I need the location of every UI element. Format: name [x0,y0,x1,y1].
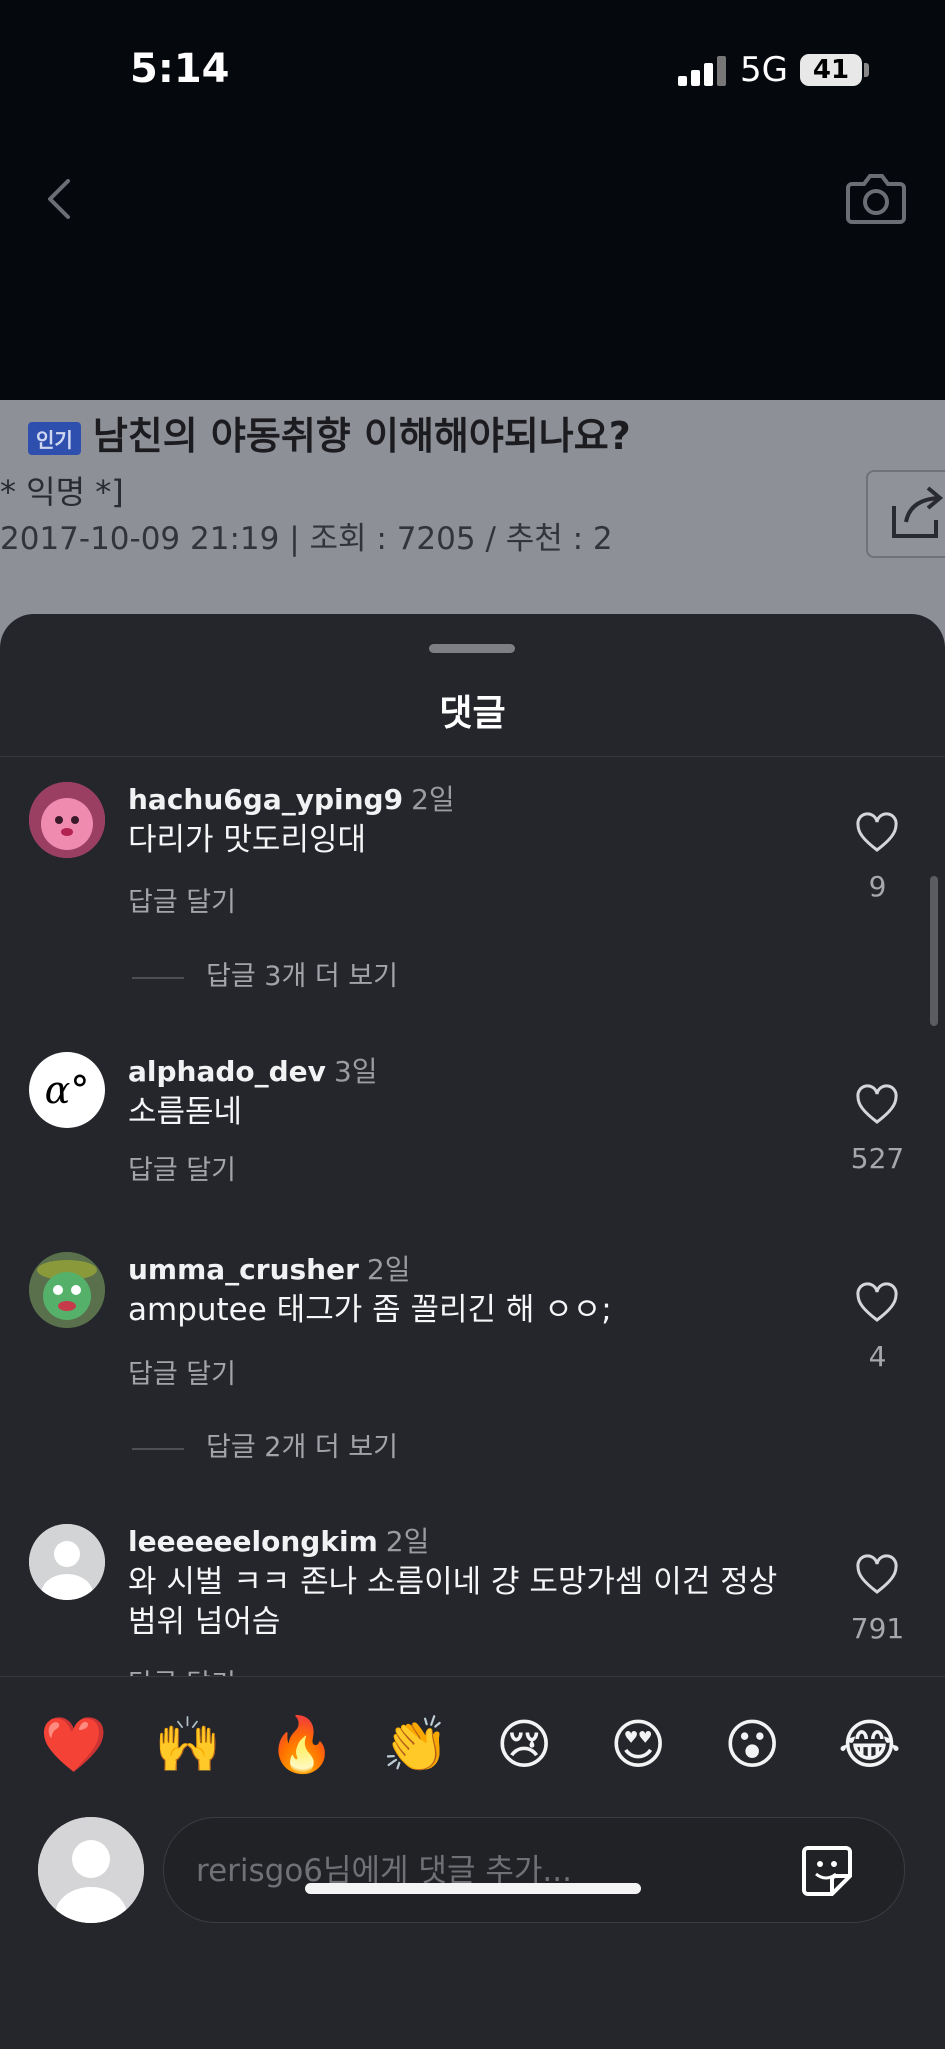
emoji-heart-eyes[interactable]: 😍 [610,1713,666,1776]
sheet-title: 댓글 [439,693,506,734]
emoji-clapping[interactable]: 👏 [382,1713,449,1777]
comment-username[interactable]: alphado_dev 3일 [128,1050,378,1090]
avatar-character-icon [29,1252,105,1328]
username-text: alphado_dev [128,1055,326,1088]
avatar[interactable] [29,782,105,858]
heart-icon[interactable] [854,1554,900,1596]
sheet-drag-handle[interactable] [429,644,515,653]
divider [0,756,945,757]
like-count: 791 [850,1612,905,1645]
comment-username[interactable]: hachu6ga_yping9 2일 [128,778,455,818]
heart-icon[interactable] [854,1084,900,1126]
avatar[interactable]: α° [29,1052,105,1128]
heart-icon[interactable] [854,1282,900,1324]
back-chevron-icon[interactable] [38,175,82,223]
username-text: umma_crusher [128,1253,359,1286]
status-time: 5:14 [130,46,230,92]
scrollbar[interactable] [930,876,938,1026]
share-button[interactable] [866,470,945,558]
network-label: 5G [740,50,788,90]
comment-composer-bar: ❤️ 🙌 🔥 👏 😢 😍 😮 😂 [0,1676,945,2049]
comment-text: 와 시벌 ㅋㅋ 존나 소름이네 걍 도망가셈 이건 정상 범위 넘어슴 [128,1564,778,1640]
comment-username[interactable]: umma_crusher 2일 [128,1248,411,1288]
comment-age: 2일 [366,1253,411,1286]
comment-username[interactable]: leeeeeelongkim 2일 [128,1520,429,1560]
comment-age: 3일 [333,1055,378,1088]
comment-input-box[interactable] [163,1817,905,1924]
username-text: leeeeeelongkim [128,1525,378,1558]
emoji-fire[interactable]: 🔥 [268,1713,335,1777]
comment-text: 다리가 맛도리잉대 [128,822,367,858]
post-meta: 2017-10-09 21:19 | 조회 : 7205 / 추천 : 2 [0,521,613,557]
view-more-replies[interactable]: 답글 3개 더 보기 [132,954,398,993]
signal-icon [678,56,726,86]
username-text: hachu6ga_yping9 [128,783,404,816]
post-title: 인기 남친의 야동취향 이해해야되나요? [28,405,631,460]
default-avatar-icon [38,1817,144,1923]
sticker-icon[interactable] [798,1842,856,1900]
comment-text: 소름돋네 [128,1094,243,1130]
status-bar: 5:14 5G 41 [0,0,945,140]
battery-tip [864,63,869,77]
avatar-character-icon [29,782,105,858]
avatar[interactable] [29,1524,105,1600]
avatar-alpha-logo: α° [44,1068,90,1112]
reply-button[interactable]: 답글 달기 [128,1148,236,1187]
emoji-crying[interactable]: 😢 [496,1713,552,1776]
camera-icon[interactable] [844,170,908,226]
avatar[interactable] [29,1252,105,1328]
popular-tag: 인기 [28,422,81,455]
like-count: 4 [868,1340,887,1373]
comment-input[interactable] [194,1818,758,1924]
default-avatar-icon [29,1524,105,1600]
heart-icon[interactable] [854,812,900,854]
view-more-replies[interactable]: 답글 2개 더 보기 [132,1425,398,1464]
comment-age: 2일 [385,1525,430,1558]
emoji-laughing[interactable]: 😂 [838,1713,901,1776]
like-count: 9 [868,870,887,903]
share-icon [892,486,944,538]
comment-age: 2일 [411,783,455,816]
post-title-text: 남친의 야동취향 이해해야되나요? [92,414,631,458]
reply-button[interactable]: 답글 달기 [128,880,236,919]
my-avatar [38,1817,144,1923]
emoji-heart[interactable]: ❤️ [40,1713,107,1777]
emoji-raised-hands[interactable]: 🙌 [154,1713,221,1777]
like-count: 527 [850,1142,905,1175]
post-author: * 익명 *] [0,473,124,511]
reply-button[interactable]: 답글 달기 [128,1352,236,1391]
battery-icon: 41 [800,54,862,86]
home-indicator [305,1883,641,1894]
comment-text: amputee 태그가 좀 꼴리긴 해 ㅇㅇ; [128,1292,612,1328]
emoji-surprised[interactable]: 😮 [724,1713,780,1776]
